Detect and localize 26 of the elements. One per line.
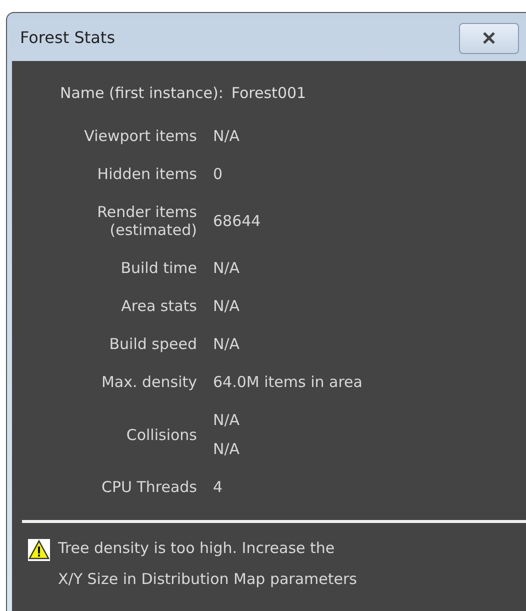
warning-message: Tree density is too high. Increase the X/Y Size in Distribution Map parameters — [58, 538, 357, 590]
stat-value: N/A — [213, 440, 240, 458]
stat-value: 64.0M items in area — [213, 373, 362, 391]
stat-label: Build speed — [108, 335, 197, 353]
stat-value: N/A — [213, 297, 240, 315]
stat-label: CPU Threads — [100, 478, 197, 496]
close-button[interactable] — [459, 22, 519, 54]
stat-label: Build time — [120, 259, 197, 277]
stat-label: Viewport items — [83, 127, 197, 145]
close-icon — [481, 32, 497, 44]
stat-label: Area stats — [120, 297, 197, 315]
stat-label: Collisions — [125, 426, 197, 444]
stat-value: N/A — [213, 127, 240, 145]
stat-label: Hidden items — [96, 165, 197, 183]
name-value: Forest001 — [231, 84, 306, 102]
stat-value: N/A — [213, 411, 240, 429]
stat-value: 0 — [213, 165, 223, 183]
name-label: Name (first instance): — [60, 84, 224, 102]
stat-value: 4 — [213, 478, 223, 496]
stat-value: N/A — [213, 259, 240, 277]
stat-value: 68644 — [213, 212, 261, 230]
warning-icon — [28, 539, 50, 561]
stat-value: N/A — [213, 335, 240, 353]
stat-label: Max. density — [100, 373, 197, 391]
window-title: Forest Stats — [20, 28, 116, 46]
stat-label: Render items (estimated) — [96, 203, 197, 239]
